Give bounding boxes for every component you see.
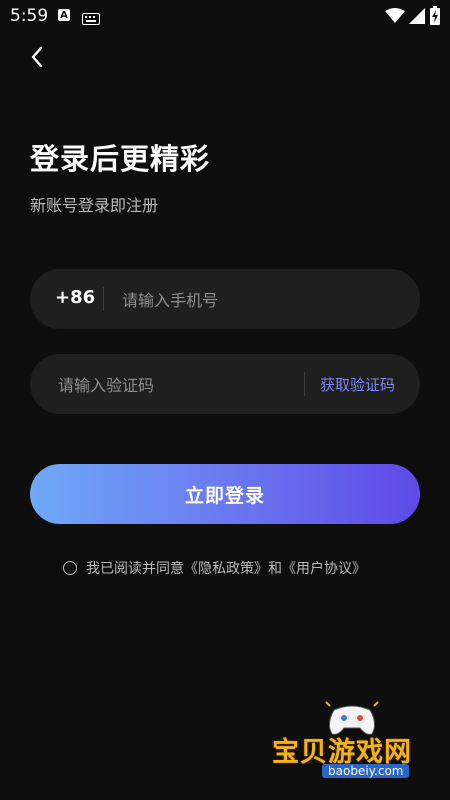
agree-checkbox[interactable] bbox=[63, 561, 77, 575]
page-subtitle: 新账号登录即注册 bbox=[30, 196, 159, 215]
wifi-icon bbox=[385, 8, 405, 28]
a-app-icon: A bbox=[58, 9, 70, 21]
watermark-url: baobeiy.com bbox=[322, 764, 410, 778]
agreement-row: 我已阅读并同意 《隐私政策》 和 《用户协议》 bbox=[63, 558, 366, 578]
chevron-left-icon bbox=[31, 46, 43, 68]
verification-code-input[interactable] bbox=[56, 354, 305, 416]
agreement-prefix: 我已阅读并同意 bbox=[86, 561, 184, 577]
battery-charging-icon bbox=[430, 6, 440, 29]
country-code-button[interactable]: +86 bbox=[55, 287, 95, 308]
user-agreement-link[interactable]: 《用户协议》 bbox=[282, 558, 366, 578]
status-bar: 5:59 A bbox=[0, 0, 450, 32]
status-time: 5:59 bbox=[10, 6, 49, 26]
code-field: 获取验证码 bbox=[30, 354, 420, 416]
keyboard-icon bbox=[82, 10, 100, 29]
agreement-and: 和 bbox=[268, 561, 282, 577]
get-code-button[interactable]: 获取验证码 bbox=[320, 374, 395, 395]
back-button[interactable] bbox=[24, 44, 50, 70]
signal-icon bbox=[409, 8, 425, 28]
page-title: 登录后更精彩 bbox=[30, 142, 211, 176]
watermark: 宝贝游戏网 baobeiy.com bbox=[262, 700, 442, 790]
phone-field: +86 bbox=[30, 269, 420, 331]
divider bbox=[103, 287, 104, 311]
privacy-policy-link[interactable]: 《隐私政策》 bbox=[184, 558, 268, 578]
login-button[interactable]: 立即登录 bbox=[30, 464, 420, 524]
divider bbox=[304, 372, 305, 396]
phone-input[interactable] bbox=[120, 269, 394, 331]
